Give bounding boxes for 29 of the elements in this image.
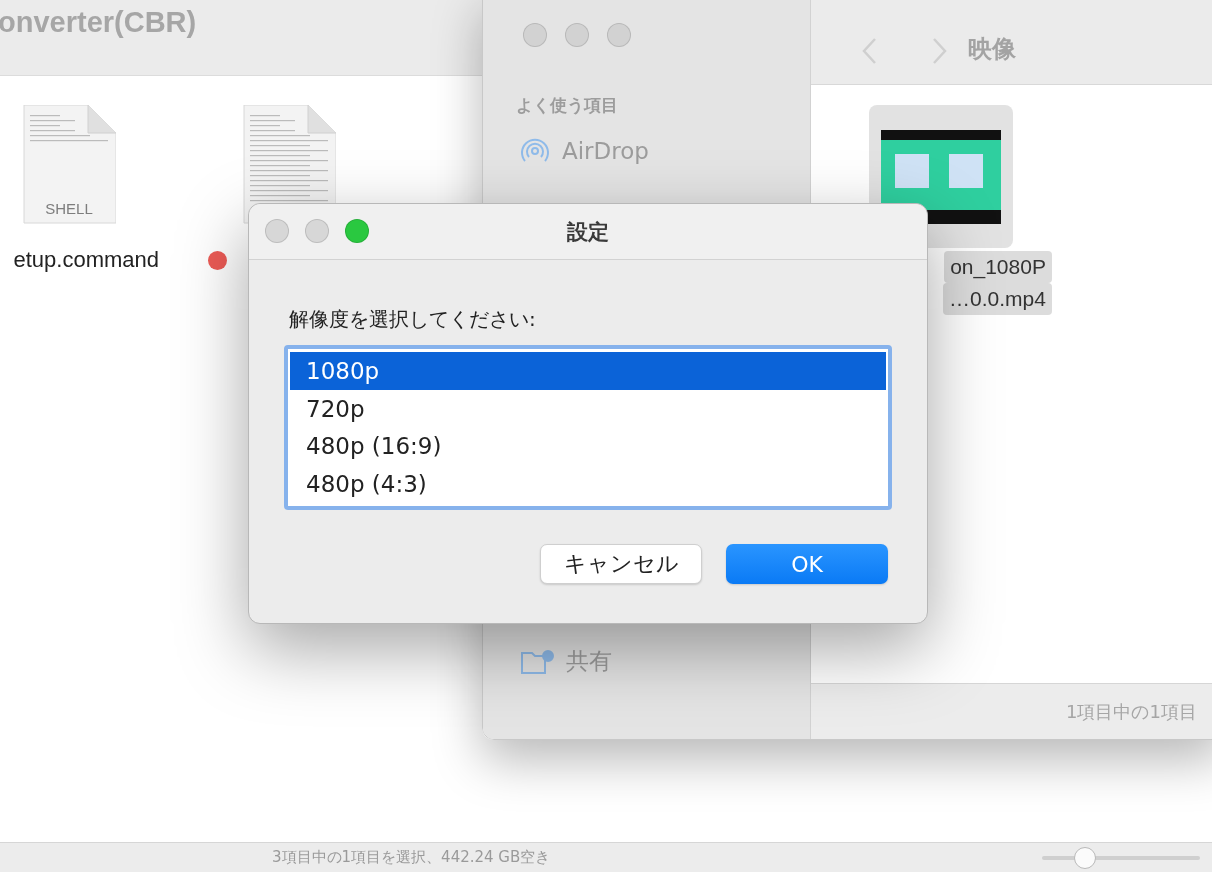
window-button[interactable] — [305, 219, 329, 243]
cancel-button[interactable]: キャンセル — [540, 544, 702, 584]
slider-thumb[interactable] — [1073, 847, 1096, 869]
window-title: 映像 — [968, 34, 1016, 65]
prompt-text: 解像度を選択してください: — [289, 306, 537, 333]
resolution-list[interactable]: 1080p 720p 480p (16:9) 480p (4:3) — [284, 345, 892, 510]
window-button[interactable] — [345, 219, 369, 243]
file-name[interactable]: on_1080P — [944, 251, 1052, 283]
forward-icon[interactable] — [932, 37, 948, 65]
ok-button[interactable]: OK — [726, 544, 888, 584]
list-option[interactable]: 1080p — [290, 352, 886, 390]
file-name[interactable]: etup.command — [13, 247, 159, 273]
dialog-title: 設定 — [567, 218, 609, 246]
list-option[interactable]: 720p — [290, 389, 886, 428]
window-button[interactable] — [607, 23, 631, 47]
window-button[interactable] — [565, 23, 589, 47]
file-name[interactable]: …0.0.mp4 — [943, 283, 1052, 315]
list-option[interactable]: 480p (4:3) — [290, 465, 886, 503]
shared-folder-icon — [520, 648, 554, 675]
window-button[interactable] — [265, 219, 289, 243]
window-button[interactable] — [523, 23, 547, 47]
status-text: 3項目中の1項目を選択、442.24 GB空き — [272, 848, 551, 867]
window-title: onverter(CBR) — [0, 6, 197, 39]
file-type-label: SHELL — [44, 200, 94, 217]
document-icon — [22, 105, 116, 225]
back-icon[interactable] — [861, 37, 877, 65]
list-option[interactable]: 480p (16:9) — [290, 427, 886, 466]
sidebar-heading: よく使う項目 — [516, 94, 618, 117]
status-text: 1項目中の1項目 — [1066, 699, 1197, 724]
